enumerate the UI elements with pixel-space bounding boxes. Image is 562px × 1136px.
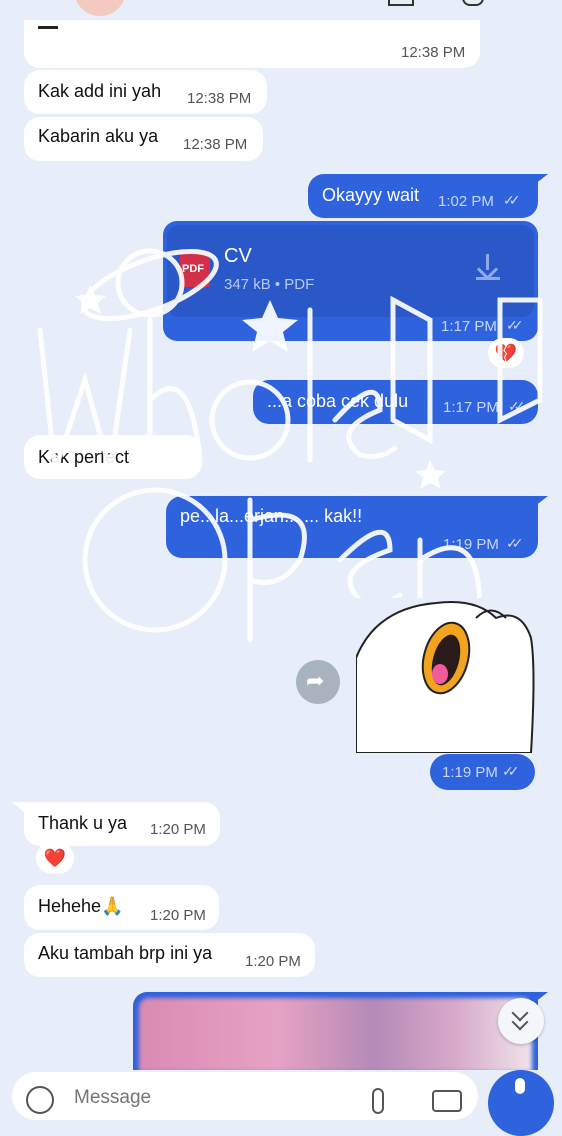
chat-header [0,0,562,16]
message-time: 1:19 PM [442,764,498,781]
message-bubble-incoming[interactable]: Thank u ya 1:20 PM [24,802,220,846]
sticker-image[interactable] [356,598,536,753]
voice-message-button[interactable] [488,1070,554,1136]
heart-reaction: ❤️ [43,848,67,868]
read-ticks-icon: ✓✓ [506,317,524,333]
message-time: 12:38 PM [187,90,252,107]
message-bubble-outgoing[interactable]: ...a coba cek dulu 1:17 PM ✓✓ [253,380,538,424]
bubble-tail [530,174,548,188]
message-time: 1:20 PM [245,953,301,970]
message-bubble-incoming[interactable]: Hehehe🙏 1:20 PM [24,885,219,930]
emoji-icon[interactable] [26,1086,54,1114]
message-text: Kak add ini yah [38,81,162,101]
message-time: 1:17 PM [441,318,497,335]
message-text: ...a coba cek dulu [267,391,409,411]
message-input-container[interactable] [12,1072,478,1120]
message-bubble-outgoing[interactable]: pe...la...erjan... ... kak!! 1:19 PM ✓✓ [166,496,538,558]
message-text: Aku tambah brp ini ya [38,943,213,963]
message-time: 12:38 PM [183,136,248,153]
broken-heart-reaction: 💔 [494,343,518,363]
forward-button[interactable]: ➦ [296,660,340,704]
message-bubble-outgoing[interactable]: Okayyy wait 1:02 PM ✓✓ [308,174,538,218]
message-time: 1:19 PM [443,536,499,553]
download-icon[interactable] [476,254,500,281]
image-message-bubble[interactable] [133,992,538,1072]
sticker-time-badge: 1:19 PM ✓✓ [430,754,535,790]
message-text: Hehehe🙏 [38,896,124,916]
file-name: CV [224,245,252,267]
paperclip-icon[interactable] [372,1088,384,1114]
message-time: 1:20 PM [150,821,206,838]
reaction-bubble[interactable]: ❤️ [36,842,74,874]
file-message-bubble[interactable]: PDF CV 347 kB • PDF 1:17 PM ✓✓ [163,221,538,341]
message-text: Thank u ya [38,813,128,833]
input-bar [0,1070,562,1136]
read-ticks-icon: ✓✓ [508,398,526,414]
read-ticks-icon: ✓✓ [503,192,521,208]
message-text: Okayyy wait [322,185,420,205]
message-bubble-incoming[interactable]: Aku tambah brp ini ya 1:20 PM [24,933,315,977]
file-meta: 347 kB • PDF [224,276,315,293]
camera-icon[interactable] [432,1090,462,1112]
avatar[interactable] [74,0,126,16]
message-time: 1:20 PM [150,907,206,924]
read-ticks-icon: ✓✓ [506,535,524,551]
message-bubble-incoming[interactable]: Kak perfect [24,435,202,479]
reaction-bubble[interactable]: 💔 [488,338,524,368]
message-input[interactable] [72,1082,326,1114]
message-text: Kabarin aku ya [38,126,159,146]
blurred-image[interactable] [139,998,532,1072]
pdf-file-icon: PDF [180,251,210,287]
message-text: Kak perfect [38,447,130,467]
scroll-to-bottom-button[interactable] [498,998,544,1044]
message-time: 12:38 PM [401,44,466,61]
read-ticks-icon: ✓✓ [502,763,520,779]
microphone-icon [515,1078,525,1094]
share-forward-icon: ➦ [306,668,325,693]
bubble-tail [530,496,548,510]
pdf-badge-label: PDF [182,263,204,275]
message-bubble-incoming[interactable]: 12:38 PM [24,20,480,68]
message-time: 1:02 PM [438,193,494,210]
phone-icon[interactable] [462,0,484,6]
truncated-text [38,20,58,29]
message-time: 1:17 PM [443,399,499,416]
call-icon[interactable] [388,0,414,6]
message-bubble-incoming[interactable]: Kak add ini yah 12:38 PM [24,70,267,114]
bubble-tail [12,802,26,814]
message-bubble-incoming[interactable]: Kabarin aku ya 12:38 PM [24,117,263,161]
message-text: pe...la...erjan... ... kak!! [180,506,363,526]
